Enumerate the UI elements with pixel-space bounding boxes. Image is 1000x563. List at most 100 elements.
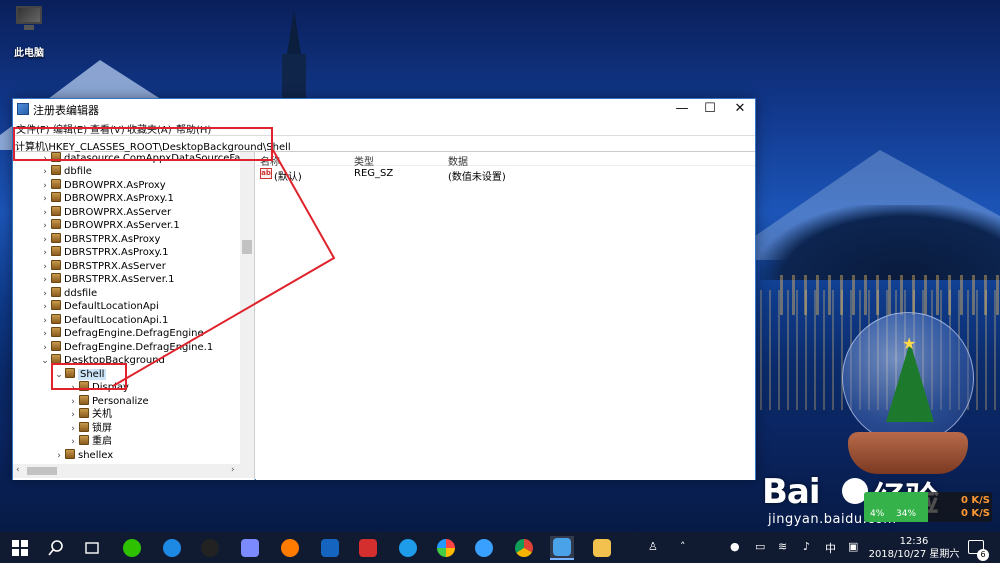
desktop-icon-label: 此电脑 [14,48,44,59]
folder-icon [51,206,61,216]
table-row[interactable]: ab (默认) REG_SZ (数值未设置) [256,167,755,183]
maximize-button[interactable]: ☐ [695,99,725,119]
clock[interactable]: 12:36 2018/10/27 星期六 [866,535,962,561]
folder-icon [51,287,61,297]
tree-item[interactable]: › 锁屏 [67,422,112,435]
close-button[interactable]: ✕ [725,99,755,119]
folder-icon [51,192,61,202]
download-speed: 0 K/S [960,508,990,519]
chevron-right-icon[interactable]: › [39,247,51,260]
tree-item[interactable]: › DBRSTPRX.AsProxy.1 [39,246,169,259]
chevron-right-icon[interactable]: › [231,465,235,475]
pinwheel-icon [437,539,455,557]
tree-item[interactable]: › ddsfile [39,287,97,300]
tree-item[interactable]: › 关机 [67,408,112,421]
computer-icon [13,4,45,32]
search-button[interactable] [44,536,68,560]
chevron-right-icon[interactable]: › [39,274,51,287]
chevron-right-icon[interactable]: › [39,166,51,179]
chrome-icon [515,539,533,557]
people-icon[interactable]: ♙ [648,540,658,553]
battery-icon[interactable]: ▭ [755,540,765,553]
taskbar-kugou[interactable] [160,536,184,560]
netspeed-widget[interactable]: 4% 34% 0 K/S 0 K/S [864,492,992,522]
calculator-icon [321,539,339,557]
taskbar-photos[interactable] [434,536,458,560]
folder-icon [51,165,61,175]
tree-item[interactable]: › 重启 [67,435,112,448]
church-silhouette [280,10,308,102]
tree-item[interactable]: › DefragEngine.DefragEngine.1 [39,341,213,354]
taskbar-calculator[interactable] [318,536,342,560]
tree-item[interactable]: › DBROWPRX.AsProxy.1 [39,192,174,205]
folder-icon [51,300,61,310]
annotation-box-address [13,127,273,161]
windows-icon [12,540,28,556]
tree-item[interactable]: › DBRSTPRX.AsServer.1 [39,273,174,286]
taskbar-app[interactable] [472,536,496,560]
browser-icon [399,539,417,557]
title-bar[interactable]: 注册表编辑器 — ☐ ✕ [13,99,755,119]
folder-icon [79,422,89,432]
cpu-usage: 4% [870,509,885,519]
speed-readout: 0 K/S 0 K/S [934,494,990,520]
tree-item[interactable]: › DBROWPRX.AsServer [39,206,171,219]
volume-icon[interactable]: ♪ [803,540,810,553]
chevron-right-icon[interactable]: › [53,450,65,463]
chevron-right-icon[interactable]: › [39,328,51,341]
annotation-box-shell [51,363,127,390]
tree-item[interactable]: › dbfile [39,165,92,178]
minimize-button[interactable]: — [667,99,697,119]
desktop-icon-this-pc[interactable]: 此电脑 [6,4,52,59]
tree-item[interactable]: › DefaultLocationApi [39,300,159,313]
taskbar-arc[interactable] [278,536,302,560]
snow-globe-widget[interactable]: ★ [838,312,978,492]
taskbar-it[interactable] [356,536,380,560]
tree-vertical-scrollbar[interactable] [240,152,254,464]
tree-item[interactable]: › shellex [53,449,113,462]
chevron-right-icon[interactable]: › [39,193,51,206]
values-list-pane[interactable]: 名称 类型 数据 ab (默认) REG_SZ (数值未设置) [256,152,755,480]
column-header-type[interactable]: 类型 [354,153,374,168]
taskbar-chrome[interactable] [512,536,536,560]
ime-indicator[interactable]: 中 [825,540,836,556]
tree-item[interactable]: › DBRSTPRX.AsProxy [39,233,160,246]
chevron-right-icon[interactable]: › [39,301,51,314]
chevron-right-icon[interactable]: › [39,220,51,233]
tree-item[interactable]: › DefaultLocationApi.1 [39,314,168,327]
christmas-tree-icon [886,342,934,422]
folder-icon [51,233,61,243]
chevron-left-icon[interactable]: ‹ [16,465,20,475]
tree-item[interactable]: › DBRSTPRX.AsServer [39,260,166,273]
column-header-data[interactable]: 数据 [448,153,468,168]
value-data: (数值未设置) [448,172,506,183]
upload-speed: 0 K/S [960,495,990,506]
mem-usage: 34% [896,509,917,519]
taskbar-ie[interactable] [396,536,420,560]
chevron-down-icon[interactable]: ⌄ [39,355,51,368]
value-name: (默认) [274,172,302,183]
taskbar-explorer[interactable] [590,536,614,560]
taskbar-qq[interactable] [198,536,222,560]
star-icon: ★ [902,334,917,353]
tree-item[interactable]: › DBROWPRX.AsProxy [39,179,166,192]
task-view-icon [85,542,99,554]
tree-item[interactable]: › DefragEngine.DefragEngine [39,327,204,340]
key-tree-pane[interactable]: › datasource.ComAppxDataSourceFacto › dbfi… [13,152,255,480]
taskbar-feather[interactable] [238,536,262,560]
tree-item[interactable]: › DBROWPRX.AsServer.1 [39,219,180,232]
chevron-right-icon[interactable]: › [67,409,79,422]
tray-app-icon[interactable]: ● [730,540,740,553]
wifi-icon[interactable]: ≋ [778,540,787,553]
tree-item[interactable]: › Personalize [67,395,149,408]
start-button[interactable] [8,536,32,560]
chevron-right-icon[interactable]: › [67,436,79,449]
task-view-button[interactable] [80,536,104,560]
scroll-thumb[interactable] [242,240,252,254]
taskbar-wechat[interactable] [120,536,144,560]
chevron-up-icon[interactable]: ˄ [680,540,686,553]
tree-horizontal-scrollbar[interactable]: ‹ › [13,464,254,478]
scroll-thumb[interactable] [27,467,57,475]
taskbar-regedit[interactable] [550,536,574,560]
keyboard-icon[interactable]: ▣ [848,540,858,553]
